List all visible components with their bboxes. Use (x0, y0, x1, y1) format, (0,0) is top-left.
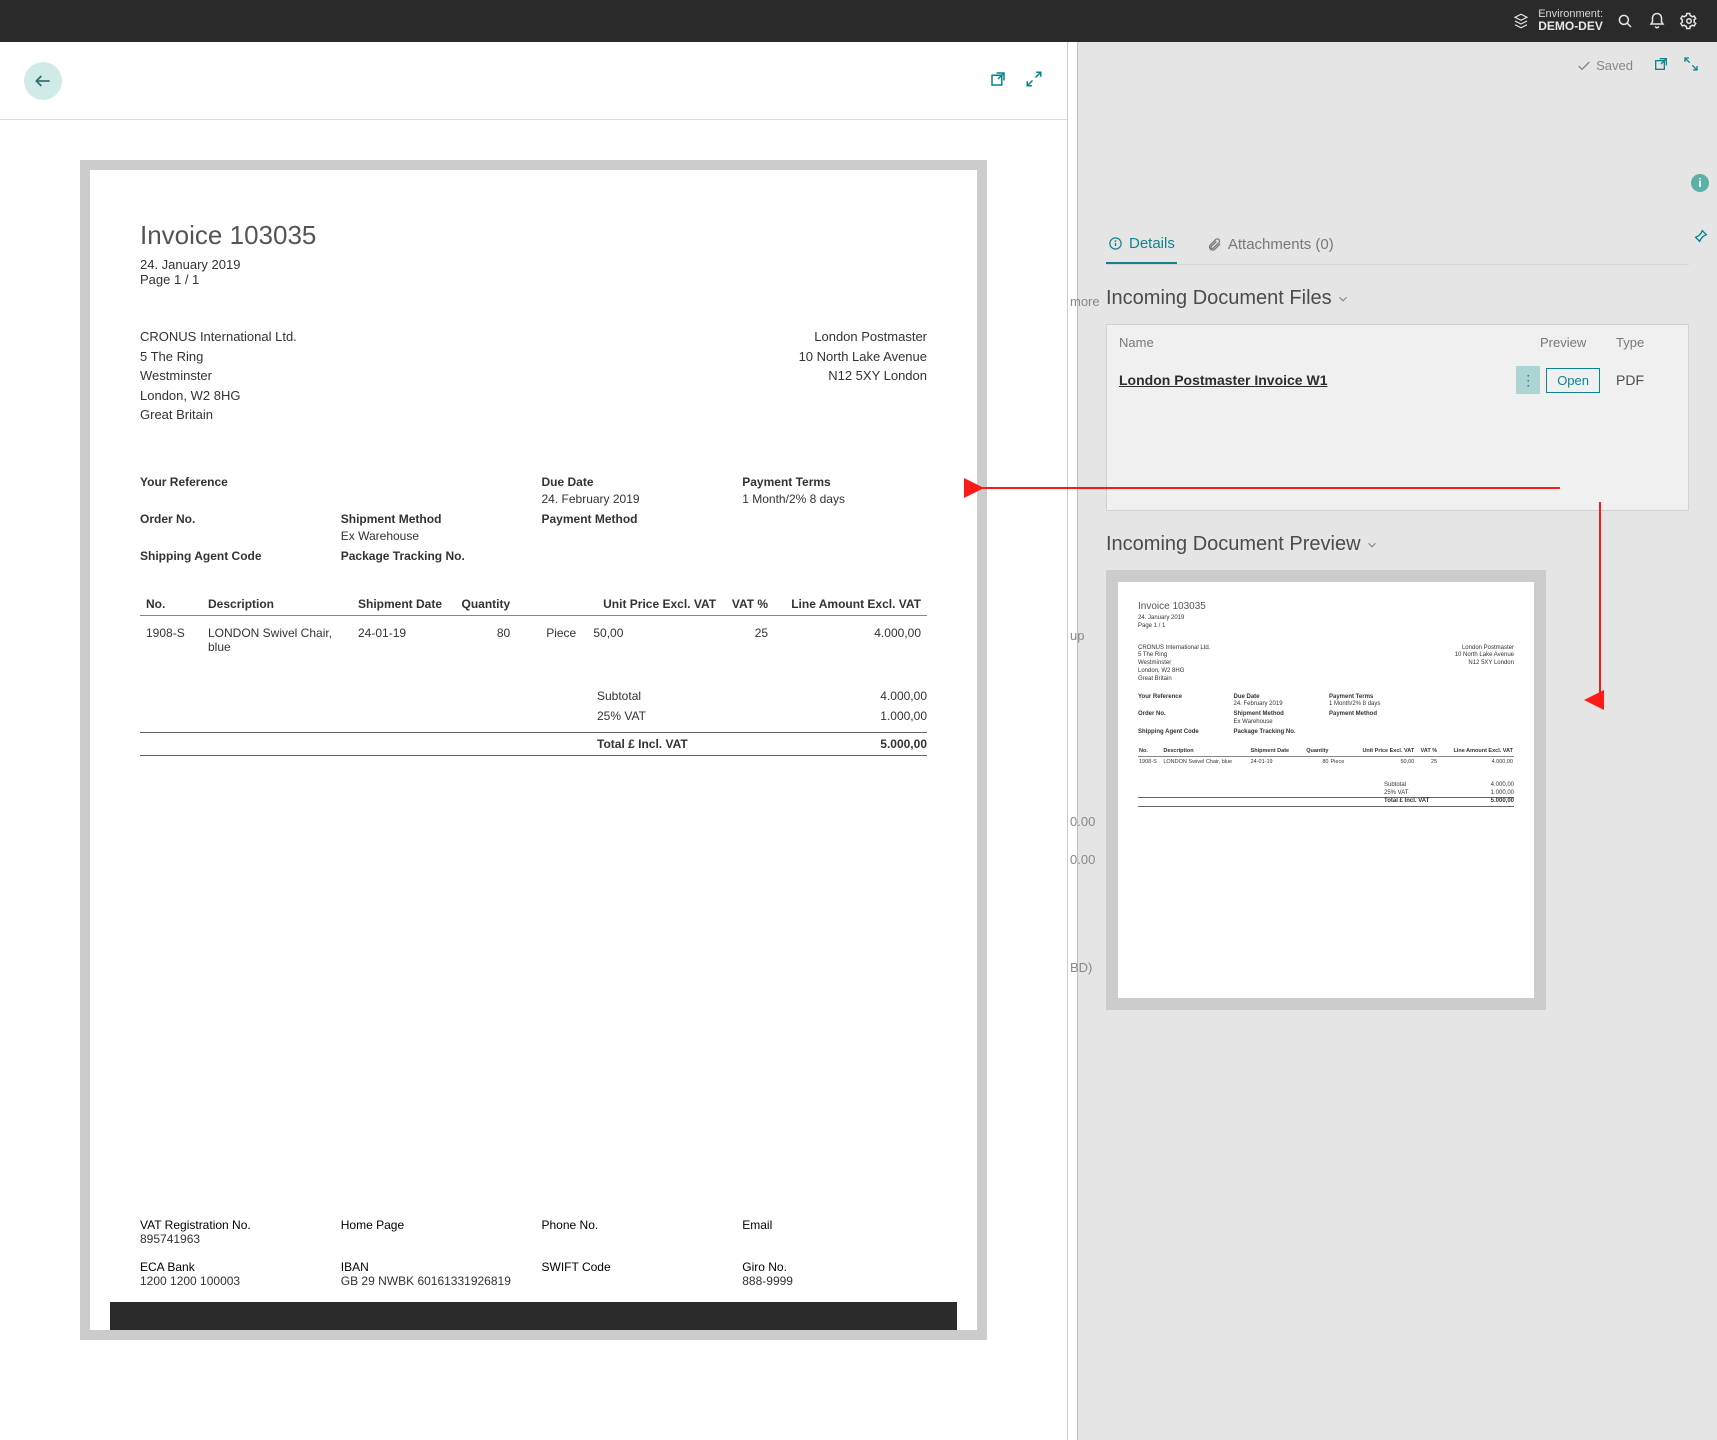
environment-name: DEMO-DEV (1538, 20, 1603, 33)
ghost-text: BD) (1070, 960, 1092, 975)
invoice-date: 24. January 2019 (140, 257, 927, 272)
footer-bar (110, 1302, 957, 1330)
environment-icon (1512, 12, 1530, 30)
col-quantity: Quantity (456, 593, 517, 616)
col-shipment-date: Shipment Date (352, 593, 456, 616)
document-thumbnail[interactable]: Invoice 103035 24. January 2019 Page 1 /… (1106, 570, 1546, 1010)
app-header: Environment: DEMO-DEV (0, 0, 1717, 42)
invoice-lines-table: No. Description Shipment Date Quantity U… (140, 593, 927, 656)
col-unit-price: Unit Price Excl. VAT (587, 593, 722, 616)
ghost-text: 0.00 (1070, 852, 1095, 867)
ghost-text: up (1070, 628, 1084, 643)
invoice-meta: Your Reference Due Date24. February 2019… (140, 475, 927, 563)
col-uom (516, 593, 587, 616)
pin-icon[interactable] (1693, 228, 1709, 247)
environment-indicator: Environment: DEMO-DEV (1512, 8, 1603, 33)
col-no: No. (140, 593, 202, 616)
preview-scroll-area[interactable]: Invoice 103035 24. January 2019 Page 1 /… (0, 120, 1067, 1440)
notifications-icon[interactable] (1641, 5, 1673, 37)
pop-out-icon[interactable] (989, 70, 1007, 91)
info-badge-icon[interactable]: i (1691, 174, 1709, 192)
invoice-title: Invoice 103035 (140, 220, 927, 251)
settings-icon[interactable] (1673, 5, 1705, 37)
back-button[interactable] (24, 62, 62, 100)
ghost-text: more (1070, 294, 1100, 309)
col-vat-pct: VAT % (722, 593, 774, 616)
factbox-pane: i Saved Details Attachments (0) (1077, 42, 1717, 1440)
expand-icon[interactable] (1025, 70, 1043, 91)
search-icon[interactable] (1609, 5, 1641, 37)
col-description: Description (202, 593, 352, 616)
document-preview-modal: Invoice 103035 24. January 2019 Page 1 /… (0, 42, 1068, 1440)
invoice-footer: VAT Registration No.895741963 Home Page … (140, 1218, 927, 1315)
arrow-left-icon (33, 71, 53, 91)
recipient-block: London Postmaster 10 North Lake Avenue N… (799, 327, 927, 425)
sender-block: CRONUS International Ltd. 5 The Ring Wes… (140, 327, 297, 425)
invoice-page-number: Page 1 / 1 (140, 272, 927, 287)
col-line-amount: Line Amount Excl. VAT (774, 593, 927, 616)
invoice-document: Invoice 103035 24. January 2019 Page 1 /… (80, 160, 987, 1340)
ghost-text: 0.00 (1070, 814, 1095, 829)
invoice-totals: Subtotal4.000,00 25% VAT1.000,00 Total £… (140, 686, 927, 756)
table-row: 1908-S LONDON Swivel Chair, blue 24-01-1… (140, 615, 927, 656)
